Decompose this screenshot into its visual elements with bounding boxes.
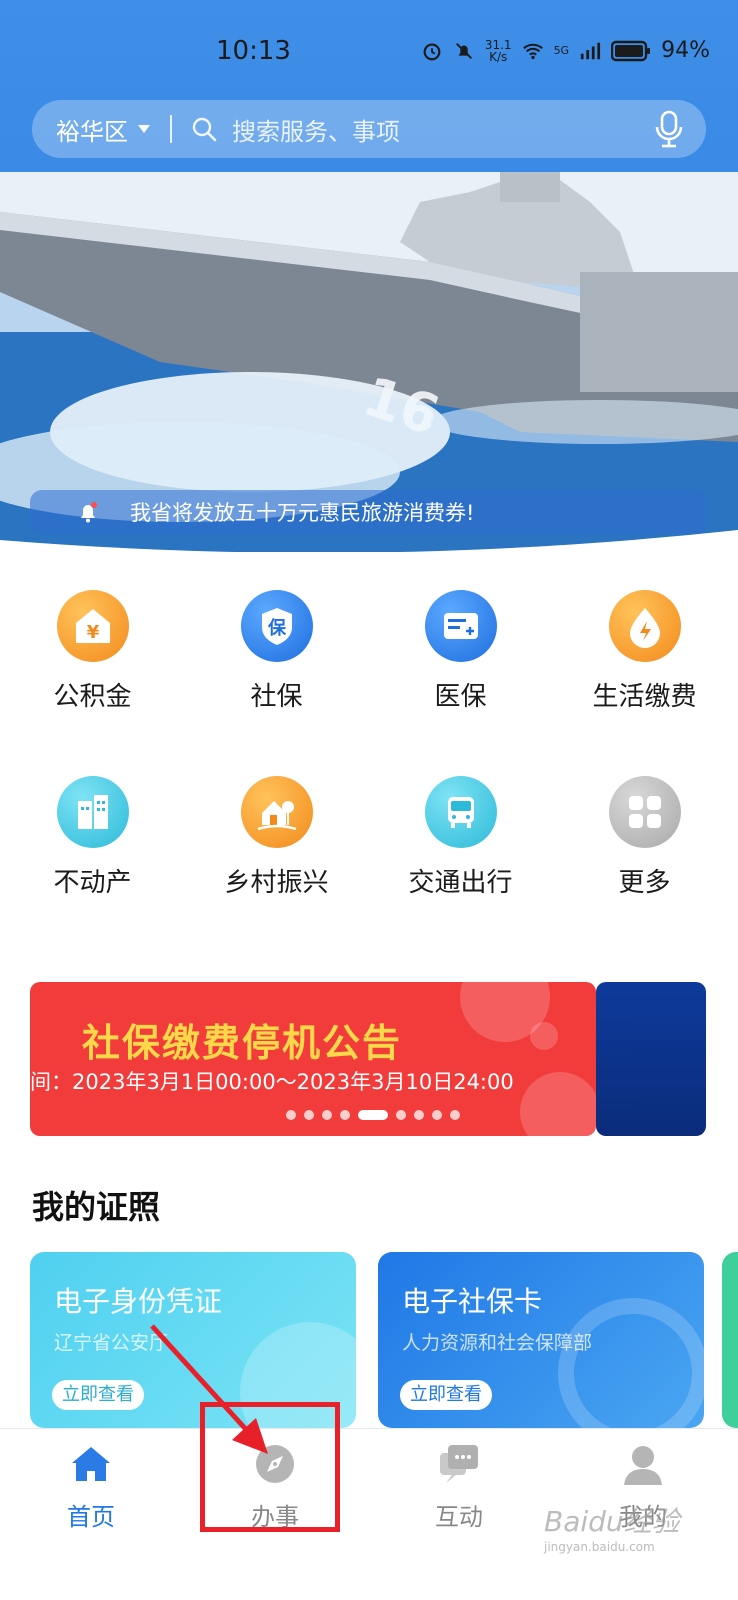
social-security-icon: 保 [240,590,313,662]
transport-icon [424,776,497,848]
search-input[interactable]: 搜索服务、事项 [232,112,400,147]
carousel-dot[interactable] [396,1110,406,1120]
service-more[interactable]: 更多 [552,776,737,899]
home-icon [72,1447,110,1481]
mute-bell-icon [455,42,472,59]
watermark-text: Baidu经验 [544,1505,680,1538]
view-now-button[interactable]: 立即查看 [52,1380,144,1410]
service-real-estate[interactable]: 不动产 [0,776,185,899]
status-time: 10:13 [216,36,291,66]
service-label: 乡村振兴 [224,868,329,898]
nav-label: 互动 [435,1503,483,1531]
carousel-dot[interactable] [414,1110,424,1120]
section-title: 我的证照 [32,1188,161,1226]
carousel-dot-active[interactable] [358,1110,388,1120]
certificate-title: 电子身份凭证 [54,1285,223,1318]
promo-subtitle: 间：2023年3月1日00:00～2023年3月10日24:00 [30,1070,514,1094]
service-transport[interactable]: 交通出行 [368,776,553,899]
promo-title: 社保缴费停机公告 [82,1021,403,1065]
svg-text:保: 保 [267,617,287,639]
network-speed: 31.1 K/s [484,37,512,64]
nav-label: 首页 [67,1503,115,1531]
banner-wave-divider [0,530,738,560]
carousel-dot[interactable] [340,1110,350,1120]
carousel-dot[interactable] [286,1110,296,1120]
certificate-issuer: 人力资源和社会保障部 [402,1332,593,1354]
chat-icon [440,1445,478,1483]
search-icon [192,117,217,142]
decor-circle [530,1022,558,1050]
signal-icon [580,42,601,59]
carousel-dot[interactable] [322,1110,332,1120]
service-utility-payment[interactable]: 生活缴费 [552,590,737,713]
alarm-icon [423,42,441,60]
decor-circle [520,1072,596,1136]
more-icon [608,776,681,848]
rural-revitalization-icon [240,776,313,848]
medical-insurance-icon [424,590,497,662]
service-label: 交通出行 [408,868,513,898]
service-housing-fund[interactable]: ¥ 公积金 [0,590,185,713]
service-label: 生活缴费 [592,682,697,712]
caret-down-icon [138,125,150,133]
wifi-icon [522,43,543,59]
service-social-security[interactable]: 保 社保 [184,590,369,713]
nav-item-interaction[interactable]: 互动 [384,1441,534,1532]
search-divider [170,115,172,143]
real-estate-icon [56,776,129,848]
service-label: 社保 [250,682,303,712]
service-label: 医保 [434,682,487,712]
battery-icon [611,40,651,61]
service-label: 公积金 [53,682,132,712]
service-label: 更多 [618,868,671,898]
watermark: Baidu经验 jingyan.baidu.com [544,1500,680,1554]
svg-text:¥: ¥ [86,622,99,643]
region-selector[interactable]: 裕华区 [56,112,150,147]
certificate-title: 电子社保卡 [402,1285,543,1318]
carousel-dot[interactable] [304,1110,314,1120]
service-rural-revitalization[interactable]: 乡村振兴 [184,776,369,899]
app-screen: 10:13 31.1 K/s 5G 94% 裕华区 搜索服务、事项 我省将发放五… [0,0,738,1600]
search-bar[interactable]: 裕华区 搜索服务、事项 [32,100,706,158]
annotation-highlight-box [200,1402,340,1532]
certificate-card-social-security[interactable]: 电子社保卡 人力资源和社会保障部 立即查看 [378,1252,704,1428]
certificate-card-next[interactable] [722,1252,738,1428]
status-bar: 10:13 31.1 K/s 5G 94% [0,30,738,78]
region-label: 裕华区 [56,117,128,146]
watermark-url: jingyan.baidu.com [544,1540,655,1554]
status-icons: 31.1 K/s 5G 94% [421,38,710,63]
service-label: 不动产 [53,868,132,898]
carousel-indicator [286,1110,460,1120]
microphone-icon[interactable] [652,110,686,148]
network-type: 5G [553,44,570,57]
promo-banner-next[interactable] [596,982,706,1136]
battery-percent: 94% [661,38,710,63]
view-now-button[interactable]: 立即查看 [400,1380,492,1410]
profile-icon [624,1446,662,1485]
utility-payment-icon [608,590,681,662]
social-security-logo [558,1298,704,1428]
carousel-dot[interactable] [432,1110,442,1120]
service-medical-insurance[interactable]: 医保 [368,590,553,713]
housing-fund-icon: ¥ [56,590,129,662]
carousel-dot[interactable] [450,1110,460,1120]
